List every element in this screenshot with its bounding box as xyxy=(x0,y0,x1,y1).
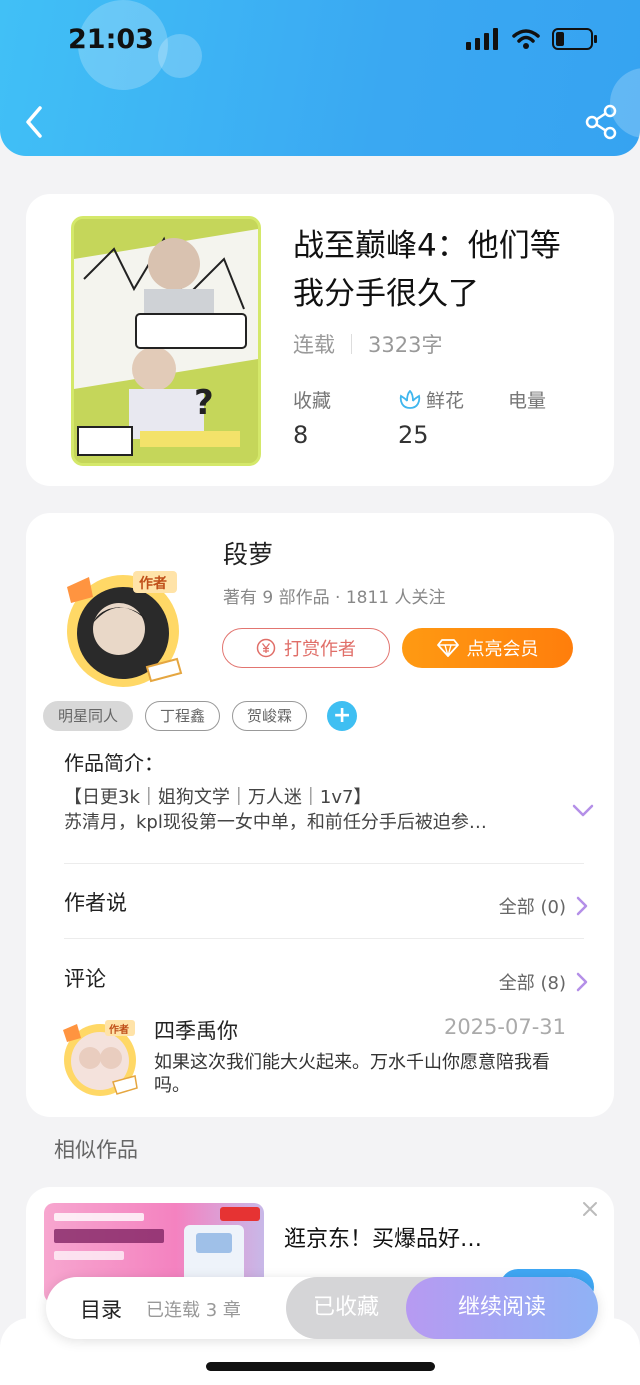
back-icon[interactable] xyxy=(20,104,50,140)
stat-flowers[interactable]: 鲜花 25 xyxy=(398,386,464,449)
svg-text:?: ? xyxy=(194,383,214,423)
author-avatar[interactable]: 作者 xyxy=(59,563,187,691)
author-meta: 著有 9 部作品 · 1811 人关注 xyxy=(223,588,446,608)
stat-value: 8 xyxy=(293,421,309,449)
divider xyxy=(351,334,352,354)
stat-label: 收藏 xyxy=(293,390,332,412)
tag-item[interactable]: 明星同人 xyxy=(43,701,134,731)
tag-item[interactable]: 丁程鑫 xyxy=(145,701,221,731)
word-count: 3323字 xyxy=(368,333,443,357)
share-icon[interactable] xyxy=(584,104,618,140)
signal-icon xyxy=(466,28,498,50)
similar-works-label: 相似作品 xyxy=(54,1138,138,1162)
wifi-icon xyxy=(512,29,540,49)
comments-count: 全部 (8) xyxy=(498,973,566,994)
comment-user[interactable]: 四季禹你 xyxy=(154,1015,238,1045)
toc-button[interactable]: 目录 xyxy=(80,1294,122,1324)
battery-icon xyxy=(552,28,597,50)
status-time: 21:03 xyxy=(68,24,154,55)
ad-title[interactable]: 逛京东！买爆品好… xyxy=(284,1221,482,1253)
author-badge: 作者 xyxy=(139,576,167,592)
chevron-right-icon xyxy=(576,896,588,916)
cover-illustration: ? xyxy=(74,219,258,463)
yen-icon xyxy=(256,638,276,658)
stat-value: 25 xyxy=(398,421,429,449)
home-indicator xyxy=(206,1362,435,1371)
header: 21:03 xyxy=(0,0,640,156)
close-icon[interactable] xyxy=(580,1199,600,1219)
author-card: 作者 段萝 著有 9 部作品 · 1811 人关注 打赏作者 点亮会员 明星同人… xyxy=(26,513,614,1117)
author-says-more[interactable]: 全部 (0) xyxy=(499,893,588,919)
tip-label: 打赏作者 xyxy=(284,639,356,660)
comment-date: 2025-07-31 xyxy=(443,1015,566,1039)
continue-reading-button[interactable]: 继续阅读 xyxy=(406,1277,598,1339)
stat-favorites: 收藏 8 xyxy=(293,386,331,449)
vip-label: 点亮会员 xyxy=(466,639,539,660)
tag-item[interactable]: 贺峻霖 xyxy=(232,701,308,731)
comment-avatar[interactable]: 作者 xyxy=(59,1016,141,1098)
comment-text[interactable]: 如果这次我们能大火起来。万水千山你愿意陪我看吗。 xyxy=(154,1051,574,1097)
stat-label: 鲜花 xyxy=(426,390,465,412)
intro-line: 苏清月，kpl现役第一女中单，和前任分手后被迫参… xyxy=(64,812,487,833)
serial-status: 连载 xyxy=(293,333,335,357)
chevron-down-icon[interactable] xyxy=(571,801,595,821)
author-says-label: 作者说 xyxy=(64,891,127,915)
book-cover-image[interactable]: ? xyxy=(71,216,261,466)
action-bar: 目录 已连载 3 章 已收藏 继续阅读 xyxy=(46,1277,598,1339)
book-title: 战至巅峰4：他们等我分手很久了 xyxy=(293,228,561,312)
chapter-count[interactable]: 已连载 3 章 xyxy=(146,1296,241,1322)
intro-line: 【日更3k｜姐狗文学｜万人迷｜1v7】 xyxy=(64,787,372,808)
tip-author-button[interactable]: 打赏作者 xyxy=(222,628,390,668)
intro-label: 作品简介： xyxy=(64,751,164,775)
diamond-icon xyxy=(436,639,459,657)
decor-bubble xyxy=(158,34,202,78)
comment-badge: 作者 xyxy=(109,1025,129,1036)
intro-text[interactable]: 【日更3k｜姐狗文学｜万人迷｜1v7】 苏清月，kpl现役第一女中单，和前任分手… xyxy=(64,785,554,835)
author-name[interactable]: 段萝 xyxy=(223,535,273,571)
book-info-card: ? 战至巅峰4：他们等我分手很久了 连载 3323字 收藏 8 鲜花 25 电量 xyxy=(26,194,614,486)
continue-reading-label: 继续阅读 xyxy=(457,1295,546,1320)
author-says-count: 全部 (0) xyxy=(498,897,566,918)
comments-more[interactable]: 全部 (8) xyxy=(499,969,588,995)
status-icons xyxy=(466,28,598,50)
stat-power: 电量 xyxy=(508,386,546,421)
avatar-frame xyxy=(67,571,183,687)
stat-label: 电量 xyxy=(508,390,547,412)
flower-icon xyxy=(399,389,421,409)
vip-button[interactable]: 点亮会员 xyxy=(402,628,573,668)
comments-label: 评论 xyxy=(64,967,106,991)
add-tag-icon[interactable]: + xyxy=(327,701,358,731)
divider xyxy=(64,938,584,939)
divider xyxy=(64,863,584,864)
book-status-line: 连载 3323字 xyxy=(293,329,442,359)
collected-label: 已收藏 xyxy=(312,1295,379,1320)
tag-list: 明星同人 丁程鑫 贺峻霖 + xyxy=(43,701,358,731)
chevron-right-icon xyxy=(576,972,588,992)
